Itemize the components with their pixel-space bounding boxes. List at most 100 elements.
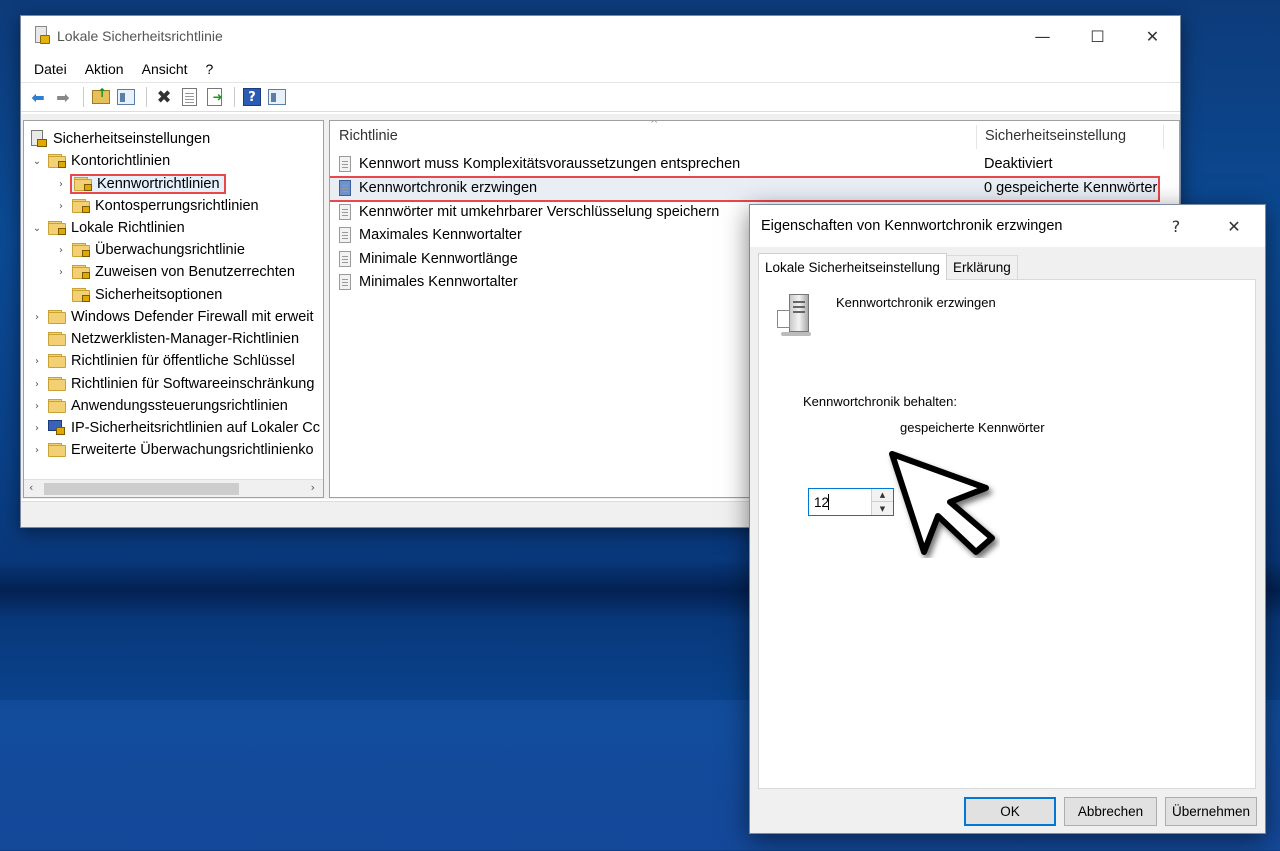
- chevron-right-icon[interactable]: ›: [30, 379, 44, 390]
- cancel-button[interactable]: Abbrechen: [1064, 797, 1157, 826]
- folder-icon: [48, 354, 66, 368]
- tree-root[interactable]: Sicherheitseinstellungen: [30, 128, 210, 150]
- policy-row[interactable]: Maximales Kennwortalter: [338, 224, 522, 246]
- dialog-title: Eigenschaften von Kennwortchronik erzwin…: [761, 218, 1063, 234]
- chevron-right-icon[interactable]: ›: [30, 401, 44, 412]
- scrollbar-thumb[interactable]: [44, 483, 239, 495]
- security-policy-app-icon: [33, 26, 51, 46]
- folder-icon: [48, 310, 66, 324]
- menu-bar: Datei Aktion Ansicht ?: [21, 56, 1180, 82]
- tree-item-netzwerklisten[interactable]: Netzwerklisten-Manager-Richtlinien: [30, 328, 299, 350]
- policy-icon: [338, 226, 353, 244]
- chevron-right-icon[interactable]: ›: [54, 201, 68, 212]
- column-header-policy[interactable]: Richtlinie: [339, 121, 398, 151]
- forward-icon[interactable]: ➡: [52, 86, 74, 108]
- locked-folder-icon: [72, 199, 90, 213]
- policy-row[interactable]: Minimale Kennwortlänge: [338, 248, 518, 270]
- dialog-help-button[interactable]: ?: [1153, 205, 1199, 247]
- history-count-input[interactable]: [809, 489, 871, 515]
- chevron-right-icon[interactable]: ›: [54, 245, 68, 256]
- scroll-right-icon[interactable]: ›: [311, 481, 315, 494]
- menu-help[interactable]: ?: [197, 61, 223, 77]
- view-icon[interactable]: [266, 86, 288, 108]
- apply-button[interactable]: Übernehmen: [1165, 797, 1257, 826]
- tree-item-label: Kontorichtlinien: [71, 153, 171, 169]
- chevron-right-icon[interactable]: ›: [30, 445, 44, 456]
- menu-datei[interactable]: Datei: [25, 61, 76, 77]
- dialog-close-button[interactable]: ✕: [1211, 205, 1257, 247]
- scroll-left-icon[interactable]: ‹: [29, 481, 33, 494]
- chevron-right-icon[interactable]: ›: [30, 423, 44, 434]
- tree-item-label: Zuweisen von Benutzerrechten: [95, 264, 295, 280]
- chevron-right-icon[interactable]: ›: [30, 356, 44, 367]
- policy-row[interactable]: Minimales Kennwortalter: [338, 271, 518, 293]
- tab-local-security-setting[interactable]: Lokale Sicherheitseinstellung: [758, 253, 947, 280]
- text-caret: [828, 494, 829, 510]
- close-button[interactable]: ✕: [1125, 16, 1180, 56]
- help-icon[interactable]: ?: [241, 86, 263, 108]
- tree-item-public-key[interactable]: › Richtlinien für öffentliche Schlüssel: [30, 350, 295, 372]
- chevron-down-icon[interactable]: ⌄: [30, 156, 44, 167]
- chevron-down-icon[interactable]: ⌄: [30, 223, 44, 234]
- ok-button[interactable]: OK: [964, 797, 1056, 826]
- menu-aktion[interactable]: Aktion: [76, 61, 133, 77]
- toolbar: ⬅ ➡ ✖ ?: [21, 82, 1180, 112]
- policy-setting: Deaktiviert: [984, 156, 1053, 172]
- properties-dialog: Eigenschaften von Kennwortchronik erzwin…: [749, 204, 1266, 834]
- tree-root-label: Sicherheitseinstellungen: [53, 131, 211, 147]
- column-header-setting[interactable]: Sicherheitseinstellung: [985, 121, 1126, 151]
- toolbar-separator: [83, 87, 84, 107]
- tree-item-software-restriction[interactable]: › Richtlinien für Softwareeinschränkung: [30, 373, 314, 395]
- tree-item-app-control[interactable]: › Anwendungssteuerungsrichtlinien: [30, 395, 288, 417]
- locked-folder-icon: [74, 177, 92, 191]
- maximize-button[interactable]: ☐: [1070, 16, 1125, 56]
- tree-item-ueberwachungsrichtlinie[interactable]: › Überwachungsrichtlinie: [54, 239, 245, 261]
- tree-item-sicherheitsoptionen[interactable]: Sicherheitsoptionen: [54, 284, 222, 306]
- column-divider[interactable]: [976, 125, 977, 149]
- ip-security-icon: [48, 420, 66, 436]
- menu-ansicht[interactable]: Ansicht: [133, 61, 197, 77]
- tree-item-label: Erweiterte Überwachungsrichtlinienko: [71, 442, 314, 458]
- properties-icon[interactable]: [178, 86, 200, 108]
- tree-item-label: Anwendungssteuerungsrichtlinien: [71, 398, 288, 414]
- tree-item-ip-security[interactable]: › IP-Sicherheitsrichtlinien auf Lokaler …: [30, 417, 320, 439]
- tree-item-label: Kennwortrichtlinien: [97, 176, 220, 192]
- tree-item-firewall[interactable]: › Windows Defender Firewall mit erweit: [30, 306, 314, 328]
- tab-explanation[interactable]: Erklärung: [946, 255, 1018, 279]
- locked-folder-icon: [48, 154, 66, 168]
- field-label: Kennwortchronik behalten:: [803, 394, 957, 409]
- tree-item-label: Richtlinien für öffentliche Schlüssel: [71, 353, 295, 369]
- tree-item-label: Sicherheitsoptionen: [95, 287, 223, 303]
- dialog-title-bar: Eigenschaften von Kennwortchronik erzwin…: [750, 205, 1265, 247]
- chevron-right-icon[interactable]: ›: [54, 267, 68, 278]
- policy-name: Kennwort muss Komplexitätsvoraussetzunge…: [359, 156, 741, 172]
- policy-row-selected[interactable]: Kennwortchronik erzwingen: [338, 177, 537, 199]
- policy-row[interactable]: Kennwort muss Komplexitätsvoraussetzunge…: [338, 153, 740, 175]
- delete-icon[interactable]: ✖: [153, 86, 175, 108]
- window-title: Lokale Sicherheitsrichtlinie: [57, 28, 223, 44]
- minimize-button[interactable]: —: [1015, 16, 1070, 56]
- tree-horizontal-scrollbar[interactable]: ‹ ›: [24, 479, 323, 497]
- tree-item-lokale-richtlinien[interactable]: ⌄ Lokale Richtlinien: [30, 217, 185, 239]
- show-hide-tree-icon[interactable]: [115, 86, 137, 108]
- tree-item-kontosperrungsrichtlinien[interactable]: › Kontosperrungsrichtlinien: [54, 195, 259, 217]
- export-list-icon[interactable]: [203, 86, 225, 108]
- chevron-right-icon[interactable]: ›: [54, 179, 68, 190]
- folder-icon: [48, 443, 66, 457]
- policy-name: Kennwortchronik erzwingen: [359, 180, 538, 196]
- tree-item-kontorichtlinien[interactable]: ⌄ Kontorichtlinien: [30, 150, 170, 172]
- policy-name: Maximales Kennwortalter: [359, 227, 522, 243]
- policy-icon: [338, 155, 353, 173]
- tree-pane: Sicherheitseinstellungen ⌄ Kontorichtlin…: [23, 120, 324, 498]
- tree-item-benutzerrechte[interactable]: › Zuweisen von Benutzerrechten: [54, 261, 295, 283]
- tree-item-label: IP-Sicherheitsrichtlinien auf Lokaler Cc: [71, 420, 321, 436]
- tree-item-kennwortrichtlinien[interactable]: › Kennwortrichtlinien: [54, 173, 226, 195]
- back-icon[interactable]: ⬅: [27, 86, 49, 108]
- column-divider[interactable]: [1163, 125, 1164, 149]
- policy-row[interactable]: Kennwörter mit umkehrbarer Verschlüsselu…: [338, 201, 719, 223]
- tree-item-label: Kontosperrungsrichtlinien: [95, 198, 259, 214]
- tree-item-advanced-audit[interactable]: › Erweiterte Überwachungsrichtlinienko: [30, 439, 314, 461]
- chevron-right-icon[interactable]: ›: [30, 312, 44, 323]
- up-folder-icon[interactable]: [90, 86, 112, 108]
- folder-icon: [48, 399, 66, 413]
